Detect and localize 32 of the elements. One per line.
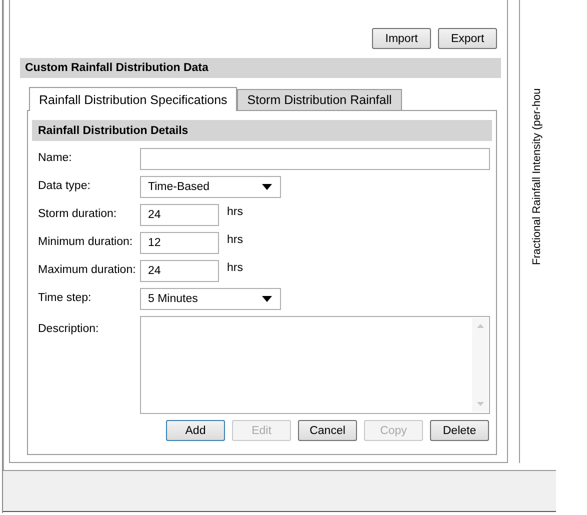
field-label: Data type: — [38, 179, 92, 192]
toolbar-button[interactable]: Export — [438, 28, 498, 49]
field-label: Time step: — [38, 291, 92, 304]
text-area[interactable] — [140, 316, 490, 414]
dropdown[interactable]: 5 Minutes — [140, 288, 281, 310]
input-field[interactable] — [140, 148, 490, 170]
input-field[interactable]: 24 — [140, 204, 219, 226]
caret-icon — [262, 296, 272, 302]
toolbar-button[interactable]: Import — [372, 28, 432, 49]
caret-icon — [262, 184, 272, 190]
dropdown[interactable]: Time-Based — [140, 176, 281, 198]
field-label: Storm duration: — [38, 207, 118, 220]
action-button[interactable]: Cancel — [298, 420, 357, 441]
axis-label: Fractional Rainfall Intensity (per-hou — [531, 88, 544, 265]
field-label: Maximum duration: — [38, 263, 137, 276]
scroll-up-icon[interactable] — [476, 324, 484, 328]
action-button[interactable]: Add — [166, 420, 225, 441]
scroll-down-icon[interactable] — [476, 402, 484, 406]
input-field[interactable]: 12 — [140, 232, 219, 254]
field-label: Description: — [38, 322, 100, 335]
unit-label: hrs — [227, 261, 243, 274]
scrollbar[interactable] — [472, 318, 488, 412]
unit-label: hrs — [227, 205, 243, 218]
section-title: Custom Rainfall Distribution Data — [25, 62, 208, 74]
action-button[interactable]: Delete — [430, 420, 489, 441]
details-title: Rainfall Distribution Details — [38, 124, 188, 136]
tab[interactable]: Rainfall Distribution Specifications — [29, 87, 238, 111]
field-label: Minimum duration: — [38, 235, 134, 248]
input-field[interactable]: 24 — [140, 260, 219, 282]
field-label: Name: — [38, 151, 73, 164]
tab[interactable]: Storm Distribution Rainfall — [237, 89, 402, 110]
unit-label: hrs — [227, 233, 243, 246]
